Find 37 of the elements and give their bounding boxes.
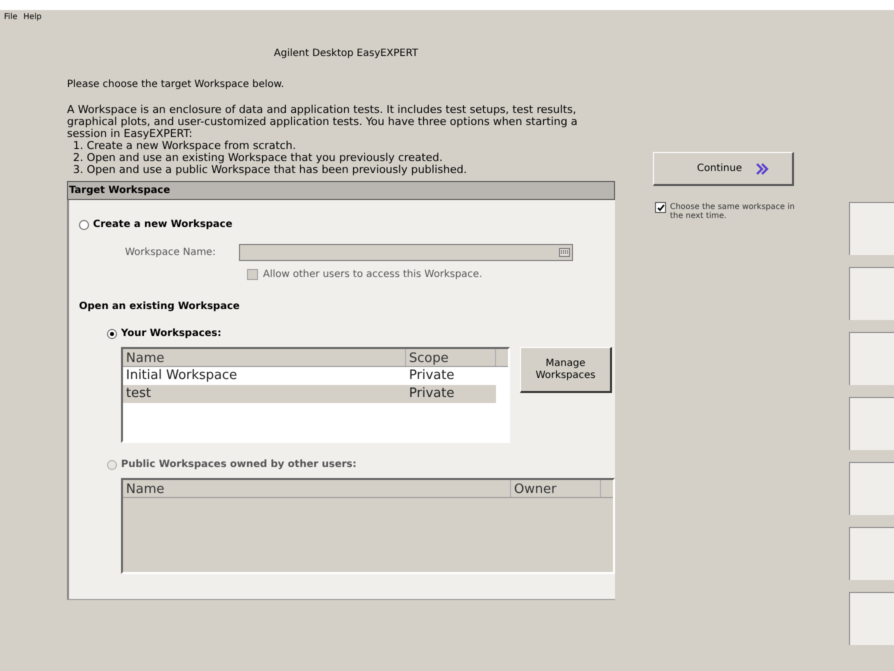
list-cell-text: Private [408,367,456,386]
option-text: 2. Open and use an existing Workspace that you previously created. [72,152,444,164]
option-text: 1. Create a new Workspace from scratch. [72,140,297,152]
blank-side-button[interactable] [849,202,894,255]
checkbox[interactable] [655,202,666,213]
panel-header: Target Workspace [67,181,615,200]
blank-side-button[interactable] [849,267,894,320]
list-cell-text: Initial Workspace [125,367,238,386]
radio-button[interactable] [107,328,117,338]
list-cell-text: Private [408,385,456,404]
list-row[interactable]: Initial Workspace Private [123,367,496,385]
list-row[interactable]: test Private [123,385,496,403]
radio-label: Your Workspaces: [121,327,222,341]
radio-button[interactable] [79,220,89,230]
checkbox-label: Allow other users to access this Workspace. [263,268,482,282]
menu-item[interactable]: File [4,11,18,23]
column-header[interactable]: Scope [406,349,496,366]
option-text: 3. Open and use a public Workspace that has been previously published. [72,164,468,176]
double-chevron-icon [756,162,769,174]
checkbox-label: Choose the same workspace in the next time. [670,202,796,220]
column-header[interactable]: Name [123,349,406,366]
blank-side-button[interactable] [849,462,894,515]
blank-side-button[interactable] [849,397,894,450]
radio-label: Public Workspaces owned by other users: [121,458,357,472]
blank-side-button[interactable] [849,592,894,645]
continue-button[interactable]: Continue [653,152,794,186]
list-cell-text: test [125,385,152,404]
section-heading: Open an existing Workspace [79,300,241,314]
blank-side-button[interactable] [849,332,894,385]
app-title: Agilent Desktop EasyEXPERT [272,47,420,61]
blank-side-button[interactable] [849,527,894,580]
radio-label: Create a new Workspace [93,218,232,232]
description-text: A Workspace is an enclosure of data and application tests. It includes test setups, test results, graphical plots, and user-customized application tests. You have three options when starting a session in EasyEXPERT: [67,104,578,140]
field-label: Workspace Name: [125,246,217,260]
menu-item[interactable]: Help [23,11,42,23]
instruction-text: Please choose the target Workspace below. [67,78,286,92]
manage-workspaces-button[interactable]: Manage Workspaces [520,347,612,393]
